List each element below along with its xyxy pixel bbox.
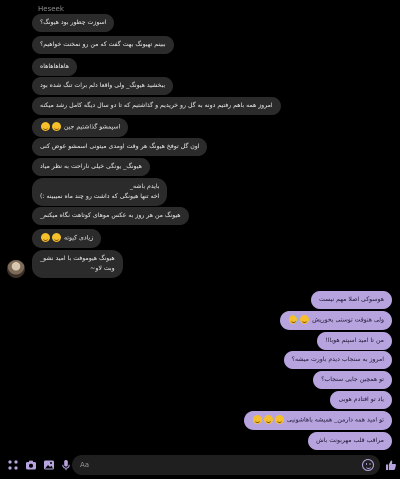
laugh-emoji-icon (300, 315, 310, 324)
avatar[interactable] (7, 260, 25, 278)
smile-emoji-icon (41, 122, 50, 131)
incoming-message[interactable]: هیونگ من هر روز به عکس موهای کوتاهت نگاه… (32, 207, 189, 225)
incoming-message[interactable]: امروز همه باهم رفتیم دونه به گل رو خریدی… (32, 97, 281, 115)
microphone-icon[interactable] (60, 459, 72, 471)
incoming-message[interactable]: ببخشید هیونگ_ ولی واقعا دلم برات تنگ شده… (32, 77, 174, 95)
sender-name: Heseek (38, 5, 64, 13)
outgoing-message[interactable]: هوسوکی اصلا مهم نیست (311, 291, 392, 309)
smile-emoji-icon (41, 233, 50, 242)
smile-emoji-icon (52, 122, 61, 131)
tears-emoji-icon (289, 315, 299, 324)
outgoing-message[interactable]: مراقب قلب مهربونت باش (308, 432, 392, 450)
outgoing-message[interactable]: تو همچین جایی سنجاب؟ (313, 371, 392, 389)
smiley-icon[interactable] (362, 459, 374, 471)
image-icon[interactable] (43, 459, 55, 471)
laugh-emoji-icon (252, 415, 262, 424)
outgoing-message[interactable]: امروز به سنجاب دیدم باورت میشه؟ (283, 351, 392, 369)
incoming-message[interactable]: ببینم تهیونگ بهت گفت که من رو نمخنت خواه… (32, 36, 174, 54)
incoming-message[interactable]: اسوزت چطور بود هیونگ؟ (32, 14, 115, 32)
laugh-emoji-icon (274, 415, 284, 424)
incoming-message[interactable]: زیادی کیوته (32, 229, 102, 248)
message-thread: Heseek اسوزت چطور بود هیونگ؟ ببینم تهیون… (0, 0, 400, 450)
incoming-message[interactable]: هیونگ هیوموفت با امید نشو_ وبت لاو~ (32, 250, 123, 278)
message-input-box[interactable] (72, 455, 380, 475)
grid-icon[interactable] (7, 459, 19, 471)
outgoing-message[interactable]: من تا امید اسپتم هوباا! (317, 332, 392, 350)
outgoing-message[interactable]: ولی هنوقت توستی بخوریش (280, 311, 392, 330)
message-composer (0, 451, 400, 479)
laugh-emoji-icon (263, 415, 273, 424)
incoming-message[interactable]: بایدم باشه_ اخه تنها هیونگی که داشت رو چ… (32, 178, 168, 206)
incoming-message[interactable]: هاهاهاهاهاه (32, 58, 77, 76)
incoming-message[interactable]: اسپمشو گذاشتیم جین (32, 118, 129, 137)
incoming-message[interactable]: اون گل توفخ هیونگ هر وقت اومدی میتونی اس… (32, 138, 208, 156)
message-input[interactable] (80, 455, 350, 475)
outgoing-message[interactable]: یاد تو افتادم هوبی (330, 391, 392, 409)
outgoing-message[interactable]: تو امید همه دارمن_ همیشه باهاشونیی (243, 411, 392, 430)
thumbs-up-icon[interactable] (385, 459, 397, 471)
smile-emoji-icon (52, 233, 61, 242)
camera-icon[interactable] (25, 459, 37, 471)
incoming-message[interactable]: هیونگ_ یونگی خیلی ناراحت به نظر میاد (32, 158, 150, 176)
